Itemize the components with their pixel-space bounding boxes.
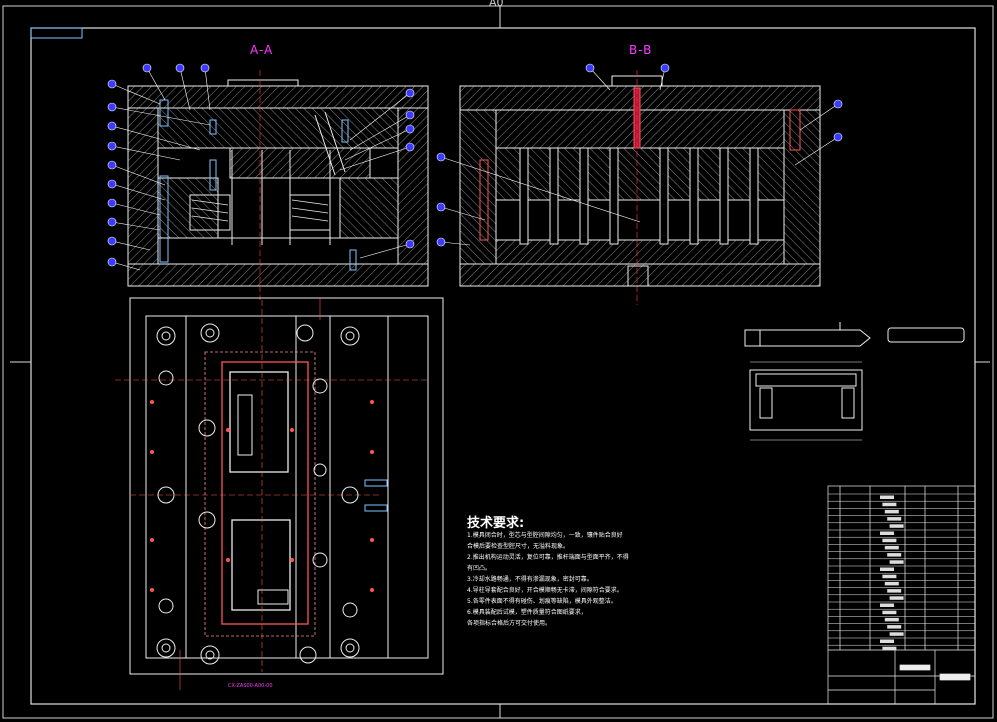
bom-cell-text [889,524,904,528]
section-b-b-label: B-B [629,43,653,57]
bom-cell-text [889,632,904,636]
bom-cell-text [880,531,894,535]
bom-cell-text [882,574,897,579]
bom-cell-text [884,545,899,550]
top-mark: A0 [489,0,504,9]
bom-cell-text [884,617,899,622]
section-b-b-view [436,63,843,305]
technical-requirements-notes: 1.模具闭合时，型芯与型腔间隙均匀，一致，镶件贴合良好 合模后要检查型腔尺寸，无… [467,530,682,629]
bom-cell-text [887,625,902,629]
bom-cell-text [884,509,899,514]
note-line: 6.模具装配后试模，塑件质量符合图纸要求， [467,609,587,616]
note-line: 各项指标合格后方可交付使用。 [467,620,552,627]
frame-tag-box [30,27,83,39]
bom-cell-text [880,495,894,499]
section-a-a-label: A-A [250,43,274,57]
bom-cell-text [880,567,894,571]
bom-cell-text [882,538,897,543]
bom-cell-text [887,553,902,557]
bom-cell-text [889,560,904,564]
plan-view [115,297,444,690]
note-line: 有凹凸。 [467,565,492,572]
bom-cell-text [880,639,894,643]
bom-cell-text [880,603,894,607]
note-line: 4.导柱导套配合良好，开合模顺畅无卡滞，间隙符合要求。 [467,587,623,594]
bom-cell-text [882,610,897,615]
note-line: 3.冷却水路畅通，不得有渗漏现象，密封可靠。 [467,576,593,583]
note-line: 5.各零件表面不得有碰伤、划痕等缺陷，模具外观整洁。 [467,598,617,605]
note-line: 合模后要检查型腔尺寸，无溢料现象。 [467,543,570,550]
bom-cell-text [884,581,899,586]
bom-cell-text [882,502,897,507]
note-line: 1.模具闭合时，型芯与型腔间隙均匀，一致，镶件贴合良好 [467,532,623,539]
drawing-number: CX-ZAS00-A00-00 [228,683,273,689]
note-line: 2.推出机构运动灵活，复位可靠，推杆端面与型面平齐，不得 [467,554,629,561]
technical-requirements-title: 技术要求: [467,516,525,531]
bom-cell-text [887,517,902,521]
section-a-a-view [107,63,429,300]
bom-cell-text [882,646,897,651]
bom-cell-text [889,596,904,600]
part-detail-view [744,322,965,441]
bom-rows [828,493,975,651]
bom-cell-text [887,589,902,593]
